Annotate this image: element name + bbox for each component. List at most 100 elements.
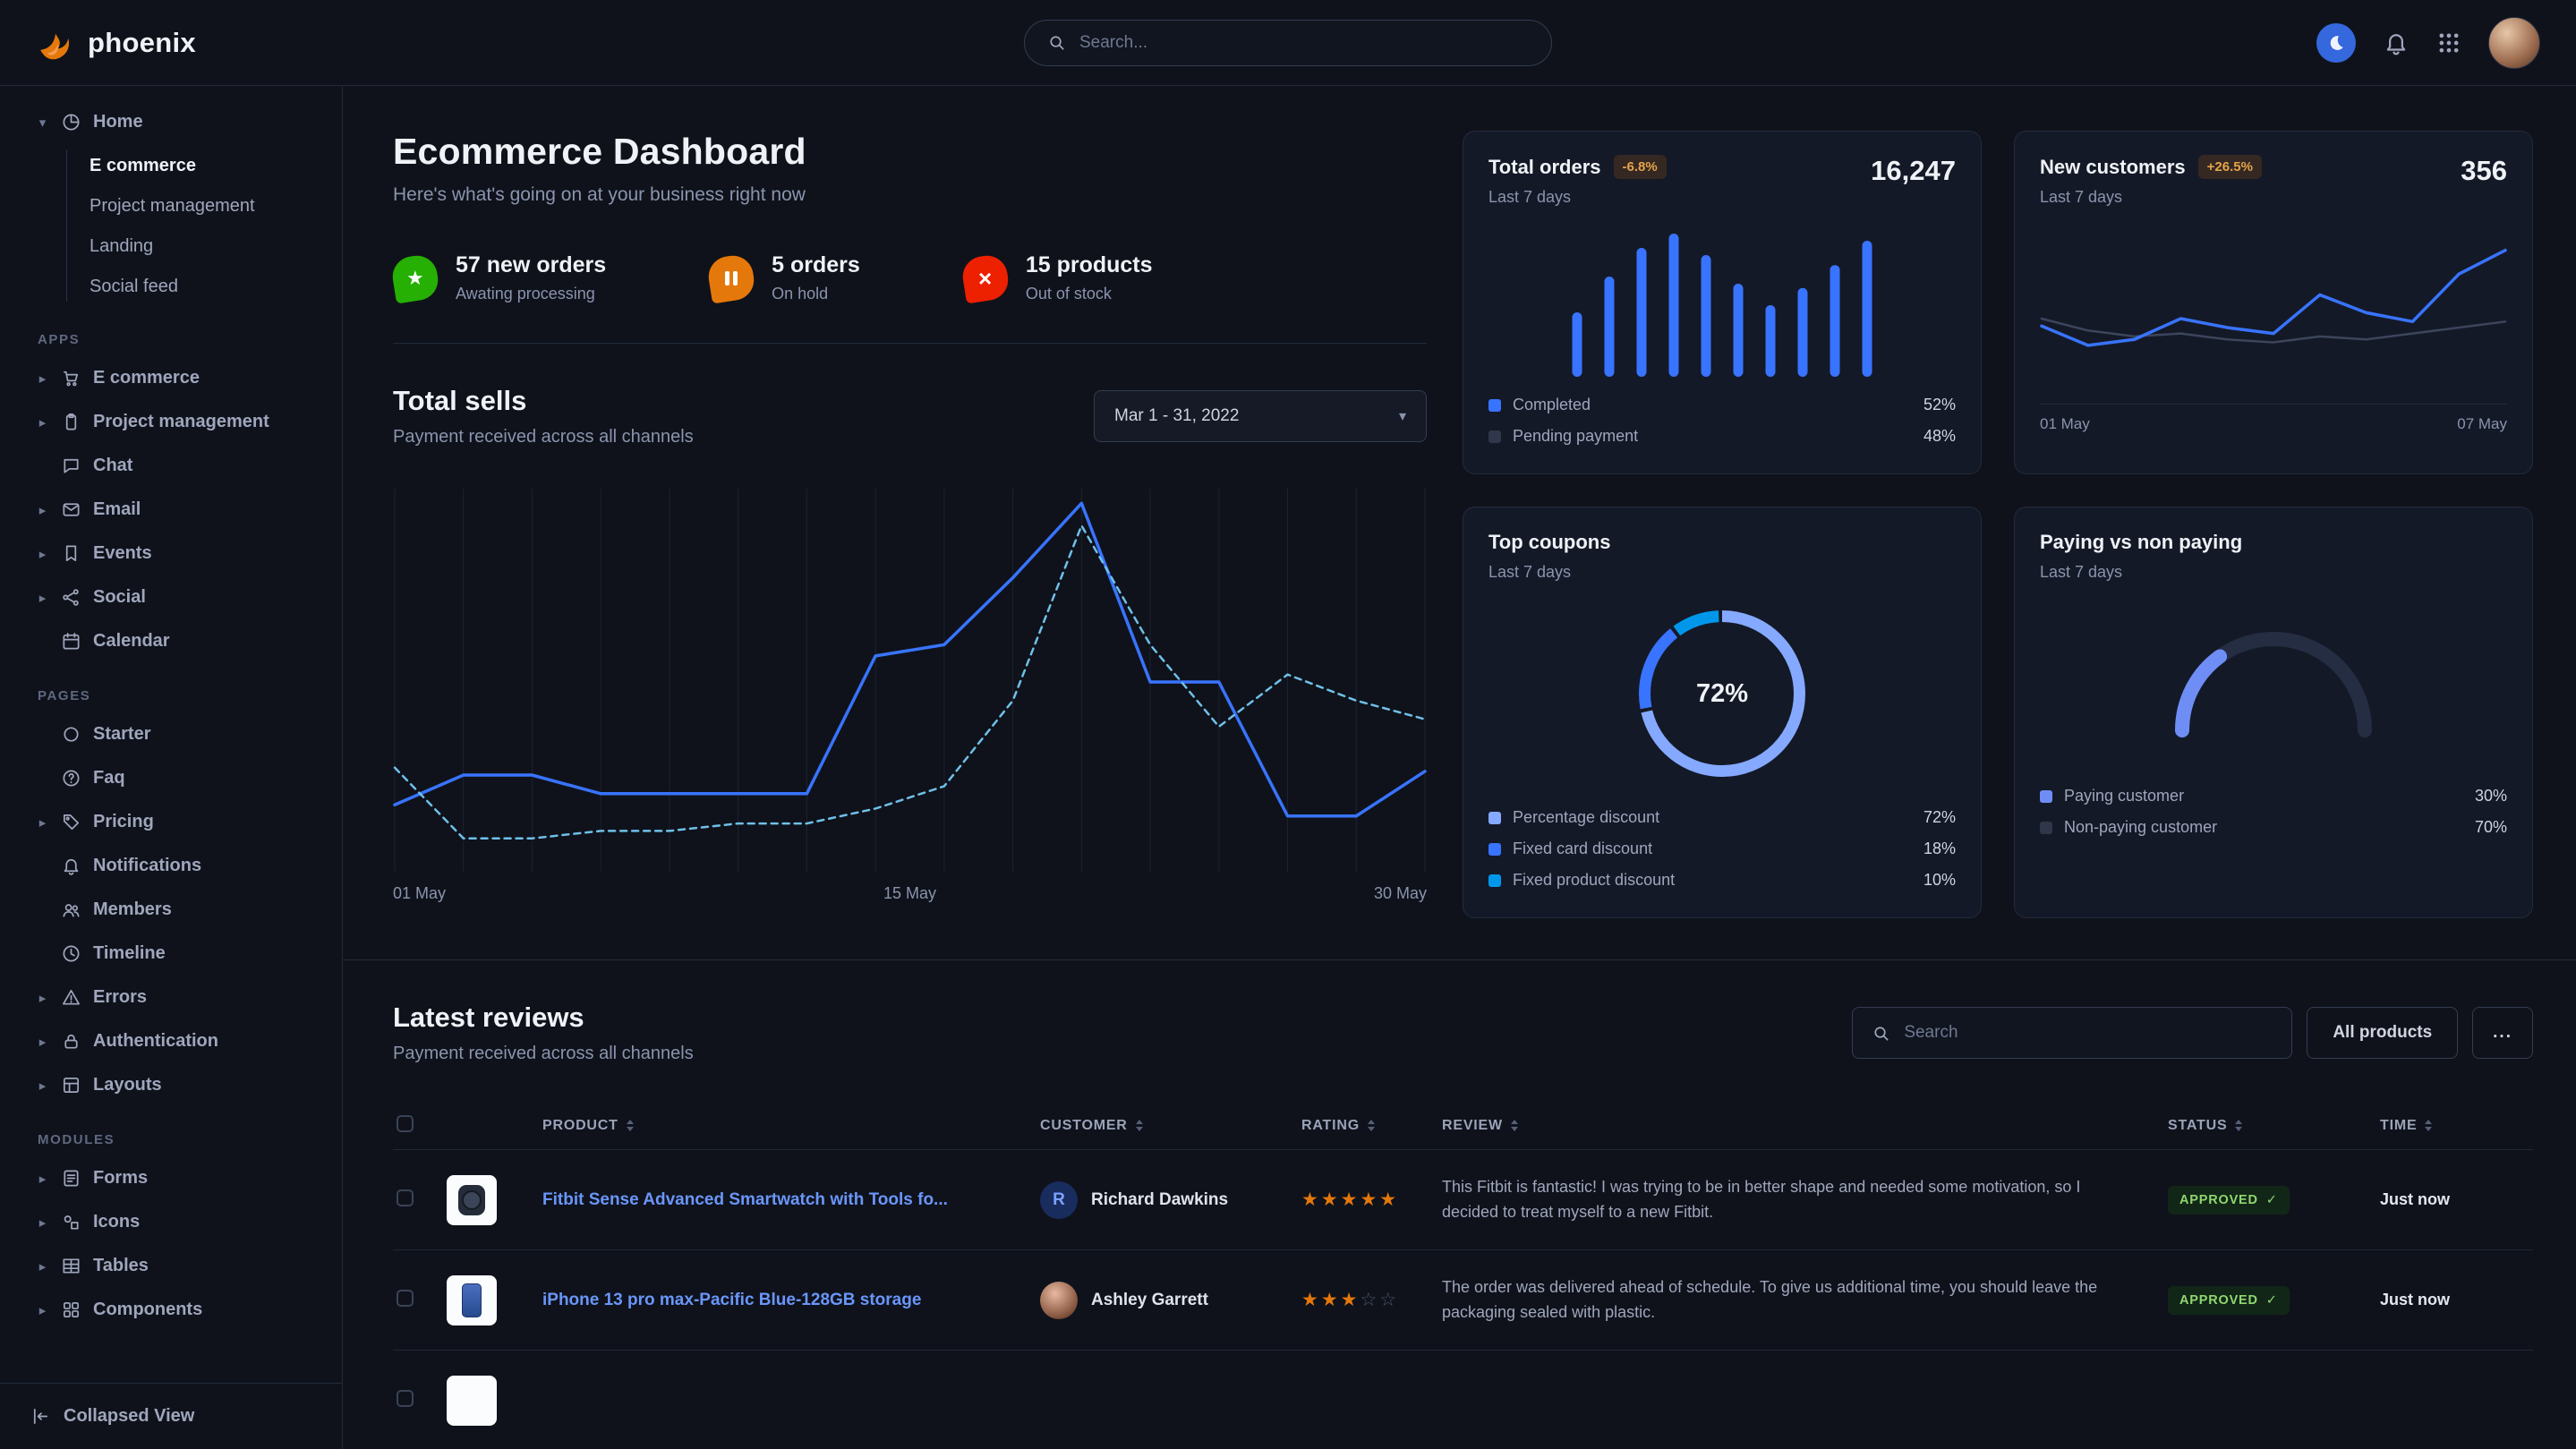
phoenix-logo-icon	[36, 23, 75, 63]
more-options-button[interactable]: ...	[2472, 1007, 2533, 1059]
legend-label: Completed	[1513, 396, 1591, 414]
search-icon	[1046, 32, 1067, 53]
new-customers-value: 356	[2461, 155, 2507, 187]
collapse-view-button[interactable]: Collapsed View	[0, 1383, 342, 1449]
reviews-search-input[interactable]	[1904, 1023, 2273, 1043]
bell-icon	[61, 856, 81, 876]
stats-row: ★ 57 new orders Awating processing 5 ord…	[393, 252, 1427, 344]
legend-item: Non-paying customer 70%	[2040, 812, 2507, 843]
table-header: PRODUCT CUSTOMER RATING REVIEW STATUS TI…	[393, 1102, 2533, 1150]
sidebar-subitem-project-management[interactable]: Project management	[90, 186, 328, 226]
sidebar-item-components[interactable]: ▸Components	[14, 1288, 328, 1332]
sidebar-item-project-management[interactable]: ▸Project management	[14, 400, 328, 444]
sidebar-item-notifications[interactable]: Notifications	[14, 844, 328, 888]
reviews-table: PRODUCT CUSTOMER RATING REVIEW STATUS TI…	[393, 1102, 2533, 1449]
chevron-down-icon: ▾	[36, 115, 49, 131]
legend-value: 70%	[2475, 818, 2507, 837]
product-thumbnail[interactable]	[447, 1275, 497, 1325]
col-product[interactable]: PRODUCT	[542, 1118, 1040, 1134]
sidebar-item-email[interactable]: ▸Email	[14, 488, 328, 532]
all-products-button[interactable]: All products	[2307, 1007, 2458, 1059]
date-range-select[interactable]: Mar 1 - 31, 2022 ▾	[1094, 390, 1427, 442]
card-period: Last 7 days	[2040, 563, 2507, 582]
stat-value: 15 products	[1026, 252, 1153, 278]
row-checkbox[interactable]	[397, 1189, 414, 1206]
sidebar-item-label: Events	[93, 543, 152, 564]
sidebar-item-faq[interactable]: Faq	[14, 756, 328, 800]
col-status[interactable]: STATUS	[2168, 1118, 2380, 1134]
sidebar-section-label: APPS	[38, 332, 328, 347]
top-coupons-card: Top coupons Last 7 days 72% Percentage d…	[1463, 507, 1982, 918]
sidebar-subitem-e-commerce[interactable]: E commerce	[90, 146, 328, 186]
row-checkbox[interactable]	[397, 1390, 414, 1407]
sidebar-item-events[interactable]: ▸Events	[14, 532, 328, 575]
page-subtitle: Here's what's going on at your business …	[393, 184, 1427, 206]
sidebar-item-tables[interactable]: ▸Tables	[14, 1244, 328, 1288]
users-icon	[61, 899, 81, 920]
customer-cell[interactable]: Ashley Garrett	[1040, 1282, 1301, 1319]
check-icon: ✓	[2266, 1293, 2278, 1308]
col-review[interactable]: REVIEW	[1442, 1118, 2168, 1134]
customer-avatar[interactable]	[1040, 1282, 1078, 1319]
sidebar-item-timeline[interactable]: Timeline	[14, 932, 328, 976]
stat-label: Awating processing	[456, 285, 606, 303]
table-row-partial	[393, 1351, 2533, 1449]
sort-icon	[1136, 1120, 1143, 1131]
sidebar-item-label: Authentication	[93, 1031, 218, 1052]
brand[interactable]: phoenix	[36, 23, 196, 63]
sidebar-item-label: Components	[93, 1300, 202, 1320]
col-rating[interactable]: RATING	[1301, 1118, 1442, 1134]
sidebar-item-authentication[interactable]: ▸Authentication	[14, 1019, 328, 1063]
product-thumbnail[interactable]	[447, 1376, 497, 1426]
product-link[interactable]: iPhone 13 pro max-Pacific Blue-128GB sto…	[542, 1291, 1040, 1310]
chat-icon	[61, 456, 81, 476]
status-badge: APPROVED ✓	[2168, 1186, 2290, 1215]
theme-toggle-button[interactable]	[2316, 23, 2356, 63]
product-link[interactable]: Fitbit Sense Advanced Smartwatch with To…	[542, 1190, 1040, 1210]
moon-icon	[2326, 33, 2346, 53]
sidebar-item-label: Home	[93, 112, 143, 132]
date-range-value: Mar 1 - 31, 2022	[1114, 406, 1239, 426]
sidebar-item-chat[interactable]: Chat	[14, 444, 328, 488]
global-search-input[interactable]	[1079, 33, 1530, 53]
sidebar-item-social[interactable]: ▸Social	[14, 575, 328, 619]
reviews-search[interactable]	[1852, 1007, 2292, 1059]
sidebar-item-forms[interactable]: ▸Forms	[14, 1156, 328, 1200]
trend-badge: -6.8%	[1614, 155, 1667, 179]
sidebar-item-errors[interactable]: ▸Errors	[14, 976, 328, 1019]
apps-grid-button[interactable]	[2436, 30, 2461, 55]
legend-item: Fixed product discount 10%	[1488, 865, 1956, 896]
customer-name: Richard Dawkins	[1091, 1190, 1228, 1210]
status-badge: APPROVED ✓	[2168, 1286, 2290, 1315]
puzzle-icon	[61, 1300, 81, 1320]
stat-out-of-stock: × 15 products Out of stock	[963, 252, 1153, 303]
customer-cell[interactable]: R Richard Dawkins	[1040, 1181, 1301, 1219]
sidebar-subitem-landing[interactable]: Landing	[90, 226, 328, 267]
notifications-button[interactable]	[2383, 30, 2410, 56]
col-customer[interactable]: CUSTOMER	[1040, 1118, 1301, 1134]
sidebar-item-members[interactable]: Members	[14, 888, 328, 932]
sidebar-item-icons[interactable]: ▸Icons	[14, 1200, 328, 1244]
user-avatar[interactable]	[2488, 17, 2540, 69]
sidebar-item-layouts[interactable]: ▸Layouts	[14, 1063, 328, 1107]
product-thumbnail[interactable]	[447, 1175, 497, 1225]
row-checkbox[interactable]	[397, 1290, 414, 1307]
col-time[interactable]: TIME	[2380, 1118, 2533, 1134]
stat-label: Out of stock	[1026, 285, 1153, 303]
legend-value: 72%	[1923, 808, 1956, 827]
sidebar-item-starter[interactable]: Starter	[14, 712, 328, 756]
clock-icon	[61, 943, 81, 964]
sidebar-subitem-social-feed[interactable]: Social feed	[90, 267, 328, 307]
sidebar-item-calendar[interactable]: Calendar	[14, 619, 328, 663]
global-search[interactable]	[1024, 20, 1552, 66]
sidebar-item-pricing[interactable]: ▸Pricing	[14, 800, 328, 844]
total-sells-section: Total sells Payment received across all …	[393, 385, 1427, 903]
chevron-right-icon: ▸	[36, 414, 49, 430]
sidebar-item-home[interactable]: ▾ Home	[14, 100, 328, 144]
customer-avatar[interactable]: R	[1040, 1181, 1078, 1219]
select-all-checkbox[interactable]	[397, 1115, 414, 1132]
sidebar-item-label: Pricing	[93, 812, 154, 832]
sidebar-item-label: Starter	[93, 724, 150, 745]
sidebar-item-label: Chat	[93, 456, 132, 476]
sidebar-item-e-commerce[interactable]: ▸E commerce	[14, 356, 328, 400]
